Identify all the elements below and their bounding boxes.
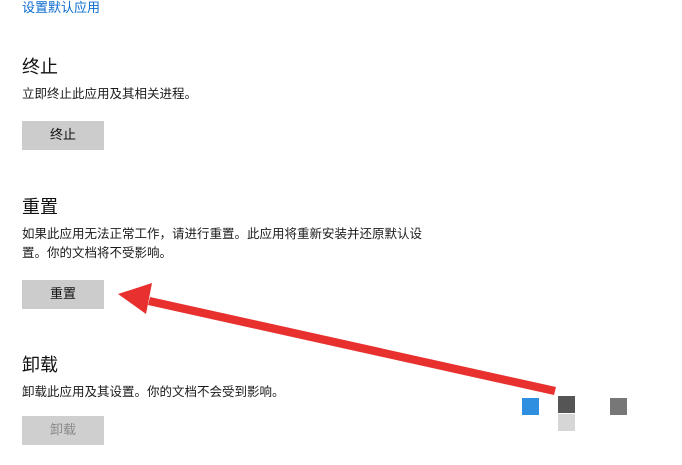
uninstall-button[interactable]: 卸载 [22, 416, 104, 445]
watermark-square-light [558, 414, 575, 431]
reset-button[interactable]: 重置 [22, 280, 104, 309]
terminate-description: 立即终止此应用及其相关进程。 [22, 86, 198, 101]
reset-section: 重置 如果此应用无法正常工作，请进行重置。此应用将重新安装并还原默认设置。你的文… [22, 196, 442, 262]
watermark-logo [522, 396, 632, 432]
uninstall-description: 卸载此应用及其设置。你的文档不会受到影响。 [22, 384, 285, 399]
reset-description: 如果此应用无法正常工作，请进行重置。此应用将重新安装并还原默认设置。你的文档将不… [22, 226, 423, 260]
terminate-section: 终止 立即终止此应用及其相关进程。 [22, 56, 442, 103]
arrow-head [118, 283, 152, 314]
terminate-button[interactable]: 终止 [22, 121, 104, 150]
watermark-square-dark [558, 396, 575, 413]
reset-title: 重置 [22, 197, 58, 218]
set-default-apps-link[interactable]: 设置默认应用 [22, 0, 100, 18]
terminate-title: 终止 [22, 57, 58, 78]
watermark-square-blue [522, 398, 539, 415]
watermark-square-grey [610, 398, 627, 415]
uninstall-section: 卸载 卸载此应用及其设置。你的文档不会受到影响。 [22, 354, 442, 401]
uninstall-title: 卸载 [22, 355, 58, 376]
